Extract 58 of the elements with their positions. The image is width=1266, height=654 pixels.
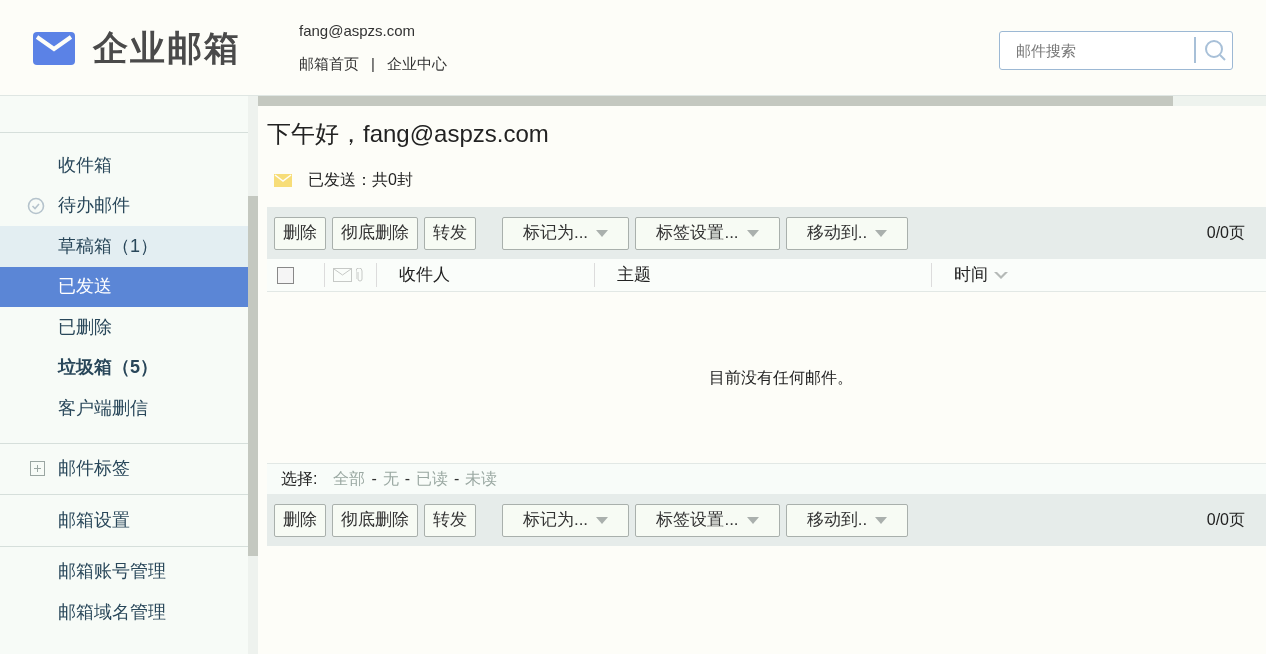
sidebar-item[interactable]: 客户端删信 xyxy=(0,388,248,429)
sidebar-item[interactable]: 邮件标签 xyxy=(0,448,248,489)
separator: - xyxy=(404,469,411,489)
dropdown-button[interactable]: 标记为... xyxy=(502,216,629,250)
paperclip-icon xyxy=(356,268,364,282)
sidebar-item[interactable]: 邮箱设置 xyxy=(0,500,248,541)
select-all-checkbox[interactable] xyxy=(277,266,294,284)
separator: - xyxy=(371,469,377,489)
select-label: 选择: xyxy=(281,469,318,489)
sidebar-item[interactable]: 待办邮件 xyxy=(0,185,248,226)
dropdown-button[interactable]: 移动到.. xyxy=(786,216,908,250)
toolbar-button[interactable]: 彻底删除 xyxy=(332,503,418,537)
sidebar-item[interactable]: 已删除 xyxy=(0,307,248,348)
sort-caret-icon xyxy=(994,271,1008,279)
caret-icon xyxy=(746,516,759,524)
scrollbar-thumb[interactable] xyxy=(248,196,258,556)
toolbar-button[interactable]: 转发 xyxy=(424,503,476,537)
page-count: 0/0页 xyxy=(1206,510,1245,530)
search-icon[interactable] xyxy=(1203,38,1227,62)
dropdown-button[interactable]: 标记为... xyxy=(502,503,629,537)
envelope-icon xyxy=(333,268,352,282)
sidebar-item[interactable]: 已发送 xyxy=(0,266,248,307)
caret-icon xyxy=(596,516,609,524)
dropdown-button[interactable]: 标签设置... xyxy=(635,503,780,537)
column-header[interactable]: 主题 xyxy=(617,262,931,288)
nav-link[interactable]: 邮箱首页 xyxy=(299,52,359,75)
sidebar-item[interactable]: 邮箱域名管理 xyxy=(0,592,248,633)
sidebar-item[interactable]: 邮箱账号管理 xyxy=(0,551,248,592)
toolbar-button[interactable]: 删除 xyxy=(274,216,326,250)
folder-summary: 已发送：共0封 xyxy=(308,170,413,190)
caret-icon xyxy=(875,516,888,524)
caret-icon xyxy=(746,229,759,237)
sidebar-item[interactable]: 垃圾箱（5） xyxy=(0,347,248,388)
expand-icon[interactable] xyxy=(30,461,45,477)
toolbar-button[interactable]: 彻底删除 xyxy=(332,216,418,250)
sidebar-item[interactable]: 草稿箱（1） xyxy=(0,226,248,267)
toolbar-button[interactable]: 转发 xyxy=(424,216,476,250)
caret-icon xyxy=(875,229,888,237)
dropdown-button[interactable]: 标签设置... xyxy=(635,216,780,250)
column-header[interactable]: 时间 xyxy=(954,262,1008,288)
separator: | xyxy=(371,53,375,74)
sidebar-item[interactable]: 收件箱 xyxy=(0,145,248,186)
account-email: fang@aspzs.com xyxy=(299,21,417,41)
column-header[interactable]: 收件人 xyxy=(399,262,594,288)
separator: - xyxy=(454,469,460,489)
empty-message: 目前没有任何邮件。 xyxy=(708,367,853,388)
logo-text: 企业邮箱 xyxy=(93,27,241,69)
toolbar-button[interactable]: 删除 xyxy=(274,503,326,537)
scrollbar-thumb[interactable] xyxy=(258,96,1173,106)
checkmark-circle-icon xyxy=(27,196,45,215)
envelope-icon xyxy=(33,31,75,65)
search-field[interactable]: 邮件搜索 xyxy=(999,31,1233,70)
greeting-heading: 下午好，fang@aspzs.com xyxy=(267,119,550,149)
nav-link[interactable]: 企业中心 xyxy=(386,52,447,75)
dropdown-button[interactable]: 移动到.. xyxy=(786,503,908,537)
caret-icon xyxy=(596,229,609,237)
envelope-icon xyxy=(274,173,292,187)
page-count: 0/0页 xyxy=(1206,223,1245,243)
